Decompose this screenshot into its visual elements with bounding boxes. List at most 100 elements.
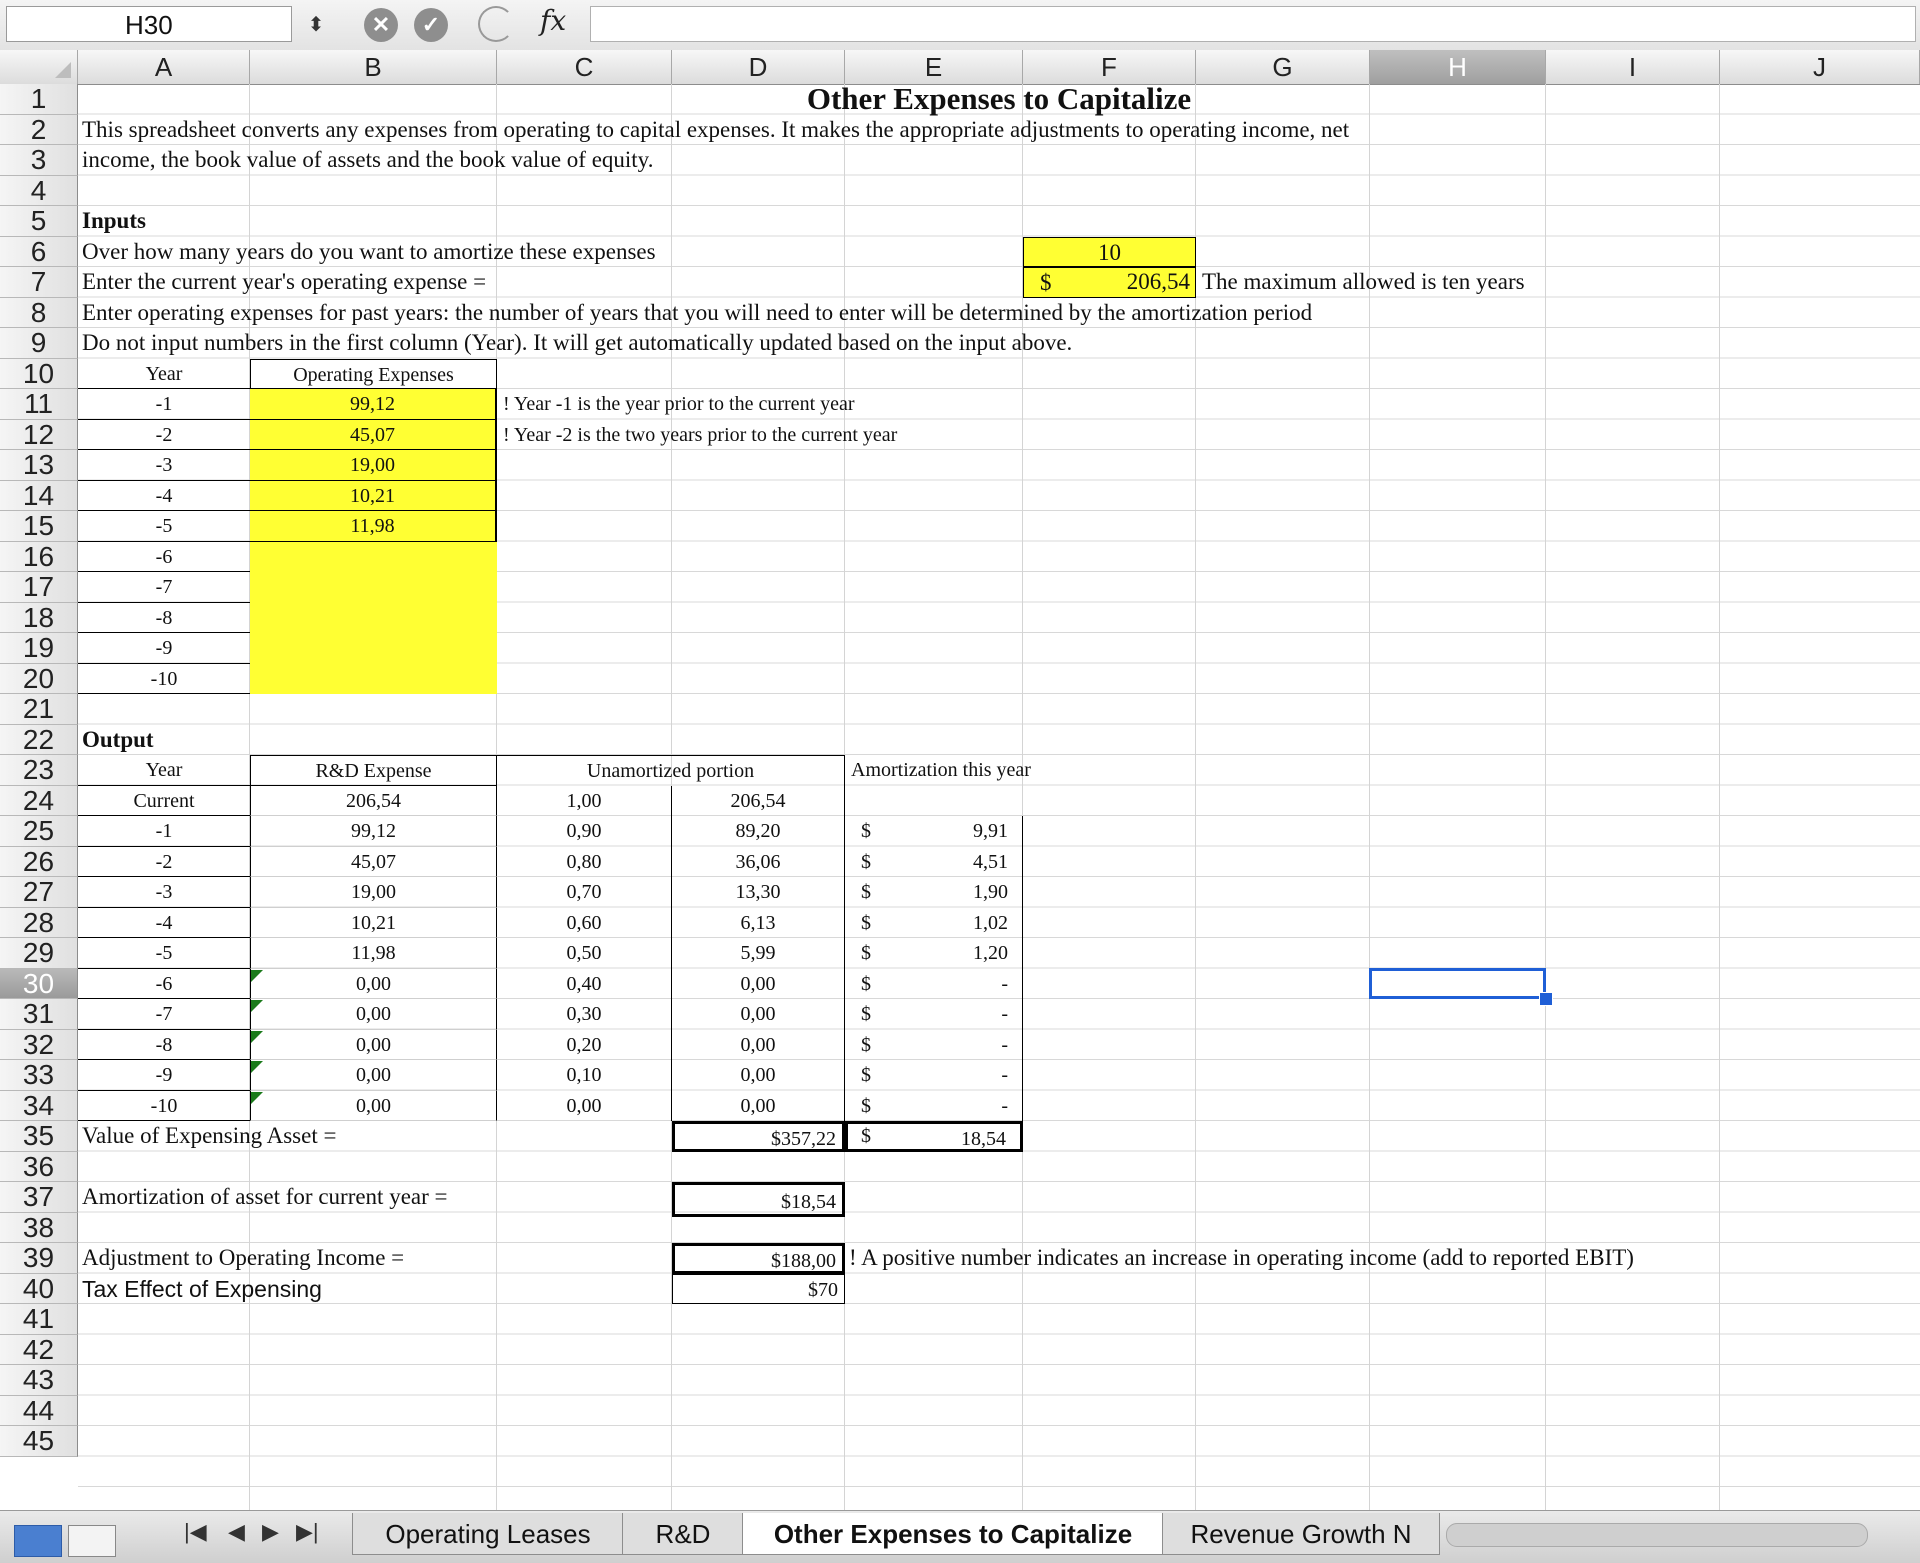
row-header-29[interactable]: 29 bbox=[0, 937, 78, 969]
input-year-cell[interactable]: -10 bbox=[78, 664, 250, 694]
output-year-cell[interactable]: -7 bbox=[78, 999, 250, 1030]
row-header-34[interactable]: 34 bbox=[0, 1090, 78, 1121]
operating-expense-input[interactable]: 19,00 bbox=[250, 450, 497, 481]
tax-effect-value[interactable]: $70 bbox=[672, 1273, 845, 1304]
instruction-text[interactable]: Do not input numbers in the first column… bbox=[78, 328, 1920, 359]
column-header-j[interactable]: J bbox=[1720, 50, 1920, 84]
active-cell-selection[interactable] bbox=[1369, 967, 1546, 999]
output-heading[interactable]: Output bbox=[78, 725, 672, 756]
operating-expense-input[interactable] bbox=[250, 572, 497, 603]
insert-function-fx-icon[interactable]: fx bbox=[540, 4, 566, 37]
row-header-8[interactable]: 8 bbox=[0, 297, 78, 328]
input-year-cell[interactable]: -6 bbox=[78, 542, 250, 572]
amortization-factor-cell[interactable]: 1,00 bbox=[497, 785, 672, 816]
output-year-header[interactable]: Year bbox=[78, 755, 250, 786]
row-header-25[interactable]: 25 bbox=[0, 815, 78, 847]
fill-handle[interactable] bbox=[1539, 992, 1553, 1006]
row-header-12[interactable]: 12 bbox=[0, 419, 78, 450]
amortization-factor-cell[interactable]: 0,20 bbox=[497, 1029, 672, 1060]
row-header-26[interactable]: 26 bbox=[0, 846, 78, 877]
normal-view-icon[interactable] bbox=[14, 1525, 62, 1557]
input-year-cell[interactable]: -7 bbox=[78, 572, 250, 603]
row-header-33[interactable]: 33 bbox=[0, 1059, 78, 1091]
row-header-42[interactable]: 42 bbox=[0, 1334, 78, 1365]
sheet-title[interactable]: Other Expenses to Capitalize bbox=[78, 83, 1920, 115]
amortization-header[interactable]: Amortization this year bbox=[845, 755, 1196, 786]
column-header-d[interactable]: D bbox=[672, 50, 845, 84]
adj-operating-value[interactable]: $188,00 bbox=[672, 1243, 845, 1274]
column-header-c[interactable]: C bbox=[497, 50, 672, 84]
row-header-45[interactable]: 45 bbox=[0, 1425, 78, 1457]
row-header-43[interactable]: 43 bbox=[0, 1364, 78, 1396]
amortization-factor-cell[interactable]: 0,60 bbox=[497, 907, 672, 938]
input-year-cell[interactable]: -1 bbox=[78, 389, 250, 420]
year-note[interactable]: ! Year -1 is the year prior to the curre… bbox=[497, 389, 1196, 420]
rd-expense-cell[interactable]: 0,00 bbox=[250, 1029, 497, 1060]
row-header-40[interactable]: 40 bbox=[0, 1273, 78, 1304]
input-year-cell[interactable]: -9 bbox=[78, 633, 250, 664]
row-header-41[interactable]: 41 bbox=[0, 1303, 78, 1335]
amortization-cell[interactable]: - bbox=[845, 1090, 1023, 1121]
row-header-35[interactable]: 35 bbox=[0, 1120, 78, 1152]
input-year-cell[interactable]: -5 bbox=[78, 511, 250, 542]
row-header-2[interactable]: 2 bbox=[0, 114, 78, 145]
amortization-factor-cell[interactable]: 0,00 bbox=[497, 1090, 672, 1121]
horizontal-scrollbar[interactable] bbox=[1446, 1523, 1868, 1547]
unamortized-cell[interactable]: 89,20 bbox=[672, 816, 845, 847]
unamortized-cell[interactable]: 0,00 bbox=[672, 1090, 845, 1121]
column-header-h[interactable]: H bbox=[1370, 50, 1546, 84]
row-header-6[interactable]: 6 bbox=[0, 236, 78, 267]
amortization-cell[interactable]: 4,51 bbox=[845, 846, 1023, 877]
row-header-22[interactable]: 22 bbox=[0, 724, 78, 755]
row-header-27[interactable]: 27 bbox=[0, 876, 78, 908]
row-header-16[interactable]: 16 bbox=[0, 541, 78, 572]
amort-current-label[interactable]: Amortization of asset for current year = bbox=[78, 1182, 672, 1213]
unamortized-cell[interactable]: 36,06 bbox=[672, 846, 845, 877]
amortization-factor-cell[interactable]: 0,70 bbox=[497, 877, 672, 908]
value-asset-total[interactable]: $357,22 bbox=[672, 1121, 845, 1152]
column-header-b[interactable]: B bbox=[250, 50, 497, 84]
amort-years-input[interactable]: 10 bbox=[1023, 236, 1196, 267]
amortization-cell[interactable]: 1,90 bbox=[845, 877, 1023, 908]
intro-text[interactable]: This spreadsheet converts any expenses f… bbox=[78, 115, 1920, 146]
row-header-5[interactable]: 5 bbox=[0, 205, 78, 237]
input-year-cell[interactable]: -2 bbox=[78, 420, 250, 450]
column-header-g[interactable]: G bbox=[1196, 50, 1370, 84]
adj-operating-note[interactable]: ! A positive number indicates an increas… bbox=[845, 1243, 1920, 1274]
amortization-cell[interactable]: - bbox=[845, 968, 1023, 999]
input-year-cell[interactable]: -4 bbox=[78, 481, 250, 511]
name-box-stepper-icon[interactable]: ⬍ bbox=[298, 8, 334, 42]
operating-expense-input[interactable] bbox=[250, 663, 497, 694]
amortization-cell[interactable]: 1,20 bbox=[845, 938, 1023, 969]
formula-input[interactable] bbox=[590, 6, 1916, 42]
last-sheet-icon[interactable]: ▶| bbox=[296, 1519, 319, 1545]
operating-expense-input[interactable] bbox=[250, 541, 497, 572]
amortization-factor-cell[interactable]: 0,40 bbox=[497, 968, 672, 999]
sheet-tab[interactable]: Operating Leases bbox=[352, 1513, 624, 1555]
unamortized-cell[interactable]: 206,54 bbox=[672, 785, 845, 816]
output-year-cell[interactable]: -6 bbox=[78, 969, 250, 999]
amortization-cell[interactable]: - bbox=[845, 999, 1023, 1030]
value-asset-amortization[interactable]: 18,54 bbox=[845, 1121, 1023, 1152]
sheet-tab[interactable]: R&D bbox=[622, 1513, 744, 1555]
output-year-cell[interactable]: -9 bbox=[78, 1060, 250, 1091]
row-header-4[interactable]: 4 bbox=[0, 175, 78, 206]
row-header-14[interactable]: 14 bbox=[0, 480, 78, 511]
operating-expense-input[interactable]: 45,07 bbox=[250, 419, 497, 450]
inputs-heading[interactable]: Inputs bbox=[78, 206, 672, 237]
row-header-30[interactable]: 30 bbox=[0, 968, 78, 999]
row-header-36[interactable]: 36 bbox=[0, 1151, 78, 1182]
column-header-a[interactable]: A bbox=[78, 50, 250, 84]
row-header-7[interactable]: 7 bbox=[0, 266, 78, 298]
cell-area[interactable]: Other Expenses to Capitalize This spreads… bbox=[78, 83, 1920, 1510]
row-header-1[interactable]: 1 bbox=[0, 83, 78, 115]
rd-expense-cell[interactable]: 0,00 bbox=[250, 999, 497, 1030]
output-year-cell[interactable]: Current bbox=[78, 786, 250, 816]
output-year-cell[interactable]: -10 bbox=[78, 1091, 250, 1121]
output-year-cell[interactable]: -1 bbox=[78, 816, 250, 847]
row-header-32[interactable]: 32 bbox=[0, 1029, 78, 1060]
row-header-23[interactable]: 23 bbox=[0, 754, 78, 786]
row-header-21[interactable]: 21 bbox=[0, 693, 78, 725]
unamortized-header[interactable]: Unamortized portion bbox=[497, 755, 845, 786]
next-sheet-icon[interactable]: ▶ bbox=[262, 1519, 279, 1545]
